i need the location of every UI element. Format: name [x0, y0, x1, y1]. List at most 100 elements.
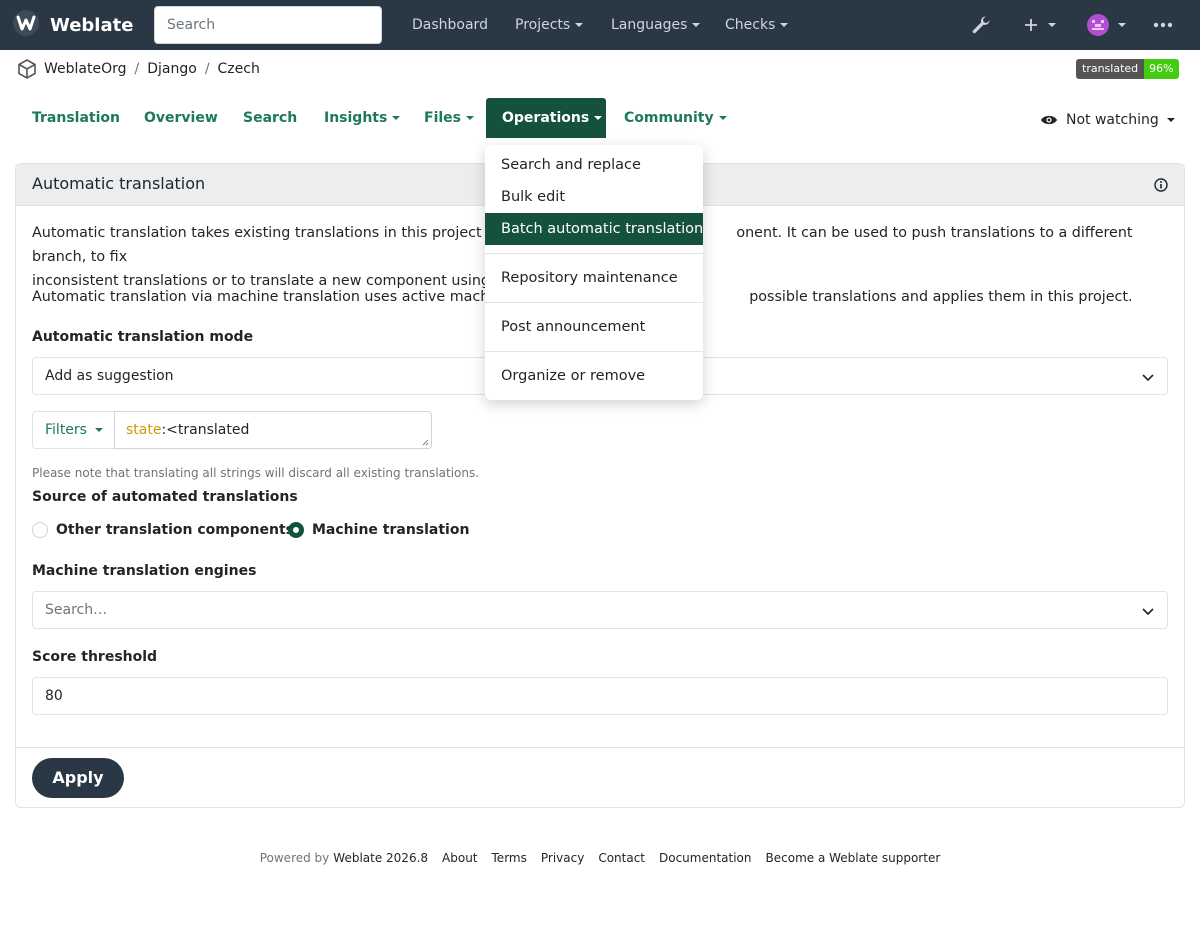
- filters-button-label: Filters: [45, 422, 87, 438]
- brand[interactable]: Weblate: [12, 10, 134, 39]
- filter-query-input[interactable]: state:<translated: [114, 411, 432, 449]
- radio-machine-translation-label: Machine translation: [312, 522, 470, 538]
- tab-overview-label: Overview: [144, 110, 218, 126]
- radio-machine-translation[interactable]: Machine translation: [288, 520, 469, 540]
- breadcrumb-item-language[interactable]: Czech: [218, 61, 260, 77]
- search-input[interactable]: [154, 6, 382, 44]
- operations-menu: Search and replace Bulk edit Batch autom…: [485, 145, 703, 400]
- menu-item-post-announcement[interactable]: Post announcement: [485, 311, 703, 343]
- filters-group: Filters state:<translated: [32, 411, 432, 449]
- footer-link-privacy[interactable]: Privacy: [541, 851, 584, 865]
- top-navbar: Weblate Dashboard Projects Languages Che…: [0, 0, 1200, 50]
- breadcrumb-separator: /: [134, 61, 140, 77]
- tab-search-label: Search: [243, 110, 298, 126]
- tab-overview[interactable]: Overview: [128, 98, 234, 138]
- nav-languages[interactable]: Languages: [611, 0, 701, 50]
- page-footer: Powered by Weblate 2026.8 About Terms Pr…: [0, 848, 1200, 868]
- info-icon[interactable]: [1154, 178, 1168, 192]
- resize-handle-icon[interactable]: [422, 439, 429, 446]
- discard-note: Please note that translating all strings…: [32, 466, 480, 480]
- plus-icon: [1025, 19, 1037, 31]
- footer-link-about[interactable]: About: [442, 851, 477, 865]
- engines-label: Machine translation engines: [32, 563, 257, 579]
- watch-toggle[interactable]: Not watching: [1040, 108, 1175, 132]
- translated-badge[interactable]: translated 96%: [1076, 59, 1179, 79]
- card-footer: Apply: [16, 747, 1184, 808]
- menu-item-organize-remove[interactable]: Organize or remove: [485, 360, 703, 392]
- powered-by-text: Powered by: [259, 851, 330, 865]
- menu-item-bulk-edit[interactable]: Bulk edit: [485, 181, 703, 213]
- machine-text-start: Automatic translation via machine transl…: [32, 289, 528, 305]
- badge-label: translated: [1076, 59, 1145, 79]
- watch-label: Not watching: [1066, 112, 1159, 128]
- tab-operations[interactable]: Operations: [486, 98, 606, 138]
- card-title: Automatic translation: [32, 174, 206, 193]
- footer-link-terms[interactable]: Terms: [492, 851, 527, 865]
- chevron-down-icon: [1048, 23, 1056, 27]
- chevron-down-icon: [1118, 23, 1126, 27]
- breadcrumb-item-project[interactable]: Django: [147, 61, 197, 77]
- brand-label: Weblate: [50, 14, 134, 36]
- filters-button[interactable]: Filters: [32, 411, 115, 449]
- chevron-down-icon: [718, 116, 727, 120]
- menu-item-search-replace[interactable]: Search and replace: [485, 149, 703, 181]
- chevron-down-icon: [1166, 118, 1175, 122]
- more-icon[interactable]: [1153, 0, 1173, 50]
- nav-projects-label: Projects: [515, 17, 571, 33]
- machine-text-end: possible translations and applies them i…: [749, 289, 1133, 305]
- footer-link-documentation[interactable]: Documentation: [659, 851, 752, 865]
- nav-languages-label: Languages: [611, 17, 688, 33]
- chevron-down-icon: [392, 116, 401, 120]
- tab-files-label: Files: [424, 110, 461, 126]
- nav-dashboard-label: Dashboard: [412, 17, 488, 33]
- source-label: Source of automated translations: [32, 489, 298, 505]
- tab-community[interactable]: Community: [608, 98, 743, 138]
- breadcrumb-item-organization[interactable]: WeblateOrg: [44, 61, 127, 77]
- tab-translation[interactable]: Translation: [16, 98, 136, 138]
- threshold-input[interactable]: [32, 677, 1168, 715]
- tab-translation-label: Translation: [32, 110, 120, 126]
- menu-item-batch-automatic-translation[interactable]: Batch automatic translation: [485, 213, 703, 245]
- filter-key: state: [126, 422, 162, 438]
- menu-item-repository-maintenance[interactable]: Repository maintenance: [485, 262, 703, 294]
- radio-checked-icon: [288, 522, 304, 538]
- project-icon: [16, 58, 38, 80]
- tab-operations-label: Operations: [502, 110, 590, 126]
- tab-insights-label: Insights: [324, 110, 388, 126]
- radio-other-components-label: Other translation components: [56, 522, 294, 538]
- chevron-down-icon: [94, 428, 103, 432]
- chevron-down-icon: [1142, 374, 1154, 382]
- engines-select[interactable]: Search…: [32, 591, 1168, 629]
- chevron-down-icon: [575, 23, 584, 27]
- tab-files[interactable]: Files: [408, 98, 490, 138]
- mode-label: Automatic translation mode: [32, 329, 254, 345]
- wrench-icon[interactable]: [971, 0, 991, 50]
- menu-divider: [485, 253, 703, 254]
- nav-dashboard[interactable]: Dashboard: [412, 0, 488, 50]
- intro-text-start: Automatic translation takes existing tra…: [32, 225, 527, 241]
- nav-checks[interactable]: Checks: [725, 0, 789, 50]
- nav-projects[interactable]: Projects: [515, 0, 584, 50]
- menu-divider: [485, 351, 703, 352]
- chevron-down-icon: [692, 23, 701, 27]
- footer-link-contact[interactable]: Contact: [598, 851, 645, 865]
- nav-checks-label: Checks: [725, 17, 776, 33]
- badge-value: 96%: [1144, 59, 1179, 79]
- filter-value: :<translated: [161, 422, 250, 438]
- radio-other-components[interactable]: Other translation components: [32, 520, 294, 540]
- add-menu[interactable]: [1023, 0, 1056, 50]
- breadcrumb: WeblateOrg / Django / Czech: [16, 56, 260, 82]
- footer-link-supporter[interactable]: Become a Weblate supporter: [766, 851, 941, 865]
- chevron-down-icon: [466, 116, 474, 120]
- user-menu[interactable]: [1087, 0, 1126, 50]
- chevron-down-icon: [780, 23, 789, 27]
- footer-link-weblate-version[interactable]: Weblate 2026.8: [333, 851, 428, 865]
- tab-search[interactable]: Search: [227, 98, 313, 138]
- tab-insights[interactable]: Insights: [308, 98, 416, 138]
- menu-divider: [485, 302, 703, 303]
- apply-button[interactable]: Apply: [32, 758, 124, 798]
- breadcrumb-separator: /: [204, 61, 210, 77]
- engines-select-placeholder: Search…: [45, 602, 108, 618]
- chevron-down-icon: [1142, 608, 1154, 616]
- tab-community-label: Community: [624, 110, 714, 126]
